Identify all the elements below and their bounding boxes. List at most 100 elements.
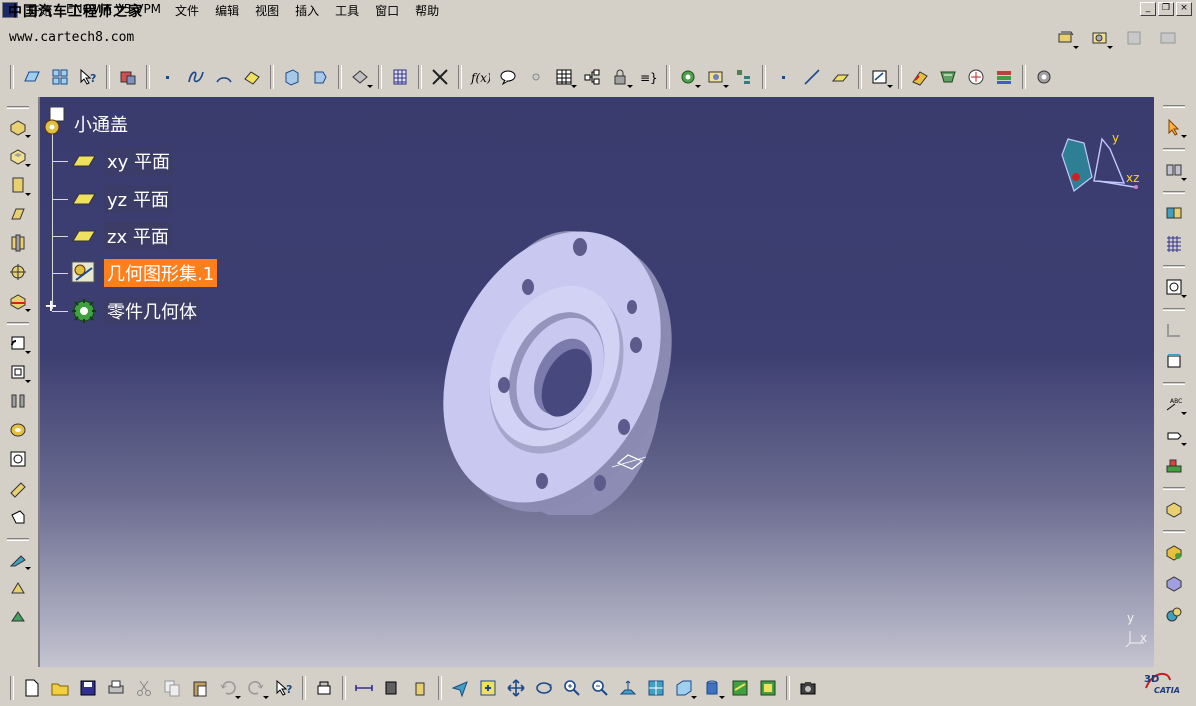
zoom-in-icon[interactable]	[560, 676, 584, 700]
plane-icon[interactable]	[828, 65, 852, 89]
point-icon[interactable]	[156, 65, 180, 89]
remove-face-icon[interactable]	[6, 505, 30, 529]
zoom-out-icon[interactable]	[588, 676, 612, 700]
3d-viewport[interactable]: 小通盖 xy 平面 yz 平面 zx 平面 几何图形集.1 零件几何体 + y …	[38, 97, 1154, 667]
iso-view-icon[interactable]	[672, 676, 697, 700]
normal-view-icon[interactable]	[616, 676, 640, 700]
capture-camera-icon[interactable]	[796, 676, 820, 700]
tree-reorder-icon[interactable]	[732, 65, 756, 89]
fit-all-in-icon[interactable]	[476, 676, 500, 700]
measure-between-icon[interactable]	[1162, 158, 1187, 182]
pocket-icon[interactable]	[6, 144, 31, 168]
tree-item-xy-plane[interactable]: xy 平面	[52, 147, 174, 175]
pad-feature-icon[interactable]	[6, 115, 31, 139]
update-icon[interactable]	[312, 676, 336, 700]
paste-icon[interactable]	[188, 676, 212, 700]
restore-button[interactable]: ❐	[1158, 2, 1174, 16]
analysis-icon[interactable]	[428, 65, 452, 89]
line-icon[interactable]	[800, 65, 824, 89]
undo-icon[interactable]	[216, 676, 241, 700]
pattern-icon[interactable]	[388, 65, 412, 89]
hole-icon[interactable]	[6, 231, 30, 255]
measure-icon[interactable]	[352, 676, 376, 700]
knowledge-tree-icon[interactable]	[580, 65, 604, 89]
tree-root[interactable]: 小通盖	[42, 106, 128, 141]
menu-help[interactable]: 帮助	[415, 2, 439, 19]
rotate-icon[interactable]	[532, 676, 556, 700]
mirror-icon[interactable]	[6, 576, 30, 600]
sketcher-icon[interactable]	[868, 65, 893, 89]
tree-item-yz-plane[interactable]: yz 平面	[52, 185, 172, 213]
tree-item-part-body[interactable]: 零件几何体	[52, 297, 200, 325]
revolve-icon[interactable]	[308, 65, 332, 89]
compass[interactable]: y xz	[1054, 131, 1144, 201]
copy-icon[interactable]	[160, 676, 184, 700]
edge-fillet-icon[interactable]	[6, 331, 31, 355]
sweep-icon[interactable]	[964, 65, 988, 89]
thread-icon[interactable]	[6, 476, 30, 500]
open-folder-icon[interactable]	[48, 676, 72, 700]
catalog-icon[interactable]	[1088, 26, 1113, 50]
multi-section-icon[interactable]	[936, 65, 960, 89]
menu-tools[interactable]: 工具	[335, 2, 359, 19]
lock-icon[interactable]	[608, 65, 633, 89]
cut-icon[interactable]	[132, 676, 156, 700]
extrude-icon[interactable]	[280, 65, 304, 89]
chamfer-icon[interactable]	[6, 360, 31, 384]
union-trim-icon[interactable]	[1162, 602, 1186, 626]
grid-icon[interactable]	[1162, 232, 1186, 256]
axis-system-icon[interactable]	[1162, 349, 1186, 373]
3d-annotation-icon[interactable]	[1162, 454, 1186, 478]
menu-window[interactable]: 窗口	[375, 2, 399, 19]
apply-material-icon[interactable]	[1054, 26, 1079, 50]
groove-icon[interactable]	[6, 202, 30, 226]
tree-item-geometrical-set[interactable]: 几何图形集.1	[52, 259, 218, 287]
multi-view-icon[interactable]	[48, 65, 72, 89]
measure-item-icon[interactable]	[380, 676, 404, 700]
assemble-icon[interactable]	[1162, 497, 1186, 521]
menu-insert[interactable]: 插入	[295, 2, 319, 19]
material-icon[interactable]	[992, 65, 1016, 89]
new-document-icon[interactable]	[20, 676, 44, 700]
join-icon[interactable]	[348, 65, 373, 89]
save-icon[interactable]	[76, 676, 100, 700]
fit-all-icon[interactable]	[1162, 275, 1187, 299]
part-model[interactable]	[440, 225, 680, 515]
intersect-body-icon[interactable]	[1162, 571, 1186, 595]
shaft-icon[interactable]	[6, 173, 31, 197]
measure-inertia-icon[interactable]	[408, 676, 432, 700]
menu-view[interactable]: 视图	[255, 2, 279, 19]
translate-icon[interactable]	[6, 547, 31, 571]
arc-icon[interactable]	[212, 65, 236, 89]
boolean-icon[interactable]	[1162, 201, 1186, 225]
design-table-icon[interactable]	[552, 65, 577, 89]
whats-this-icon[interactable]: ?	[76, 65, 100, 89]
slot-icon[interactable]	[6, 289, 31, 313]
thickness-icon[interactable]	[6, 447, 30, 471]
law-icon[interactable]	[524, 65, 548, 89]
redo-icon[interactable]	[244, 676, 269, 700]
annotation-text-icon[interactable]: ABC	[1162, 392, 1187, 416]
settings-gear-icon[interactable]	[1032, 65, 1056, 89]
help-cursor-icon[interactable]: ?	[272, 676, 296, 700]
expand-plus-icon[interactable]: +	[44, 298, 58, 314]
add-body-icon[interactable]	[1162, 540, 1186, 564]
rib-icon[interactable]	[6, 260, 30, 284]
menu-file[interactable]: 文件	[175, 2, 199, 19]
print-icon[interactable]	[104, 676, 128, 700]
hide-show-icon[interactable]	[728, 676, 752, 700]
flag-note-icon[interactable]	[1162, 423, 1187, 447]
sketch-plane-icon[interactable]	[20, 65, 44, 89]
rect-pattern-icon[interactable]	[6, 605, 30, 629]
surface-icon[interactable]	[240, 65, 264, 89]
pad-icon[interactable]	[908, 65, 932, 89]
menu-edit[interactable]: 编辑	[215, 2, 239, 19]
swap-space-icon[interactable]	[756, 676, 780, 700]
pan-icon[interactable]	[504, 676, 528, 700]
gear-icon[interactable]	[676, 65, 701, 89]
catalog-browser-icon[interactable]	[704, 65, 729, 89]
shell-icon[interactable]	[6, 418, 30, 442]
fly-mode-icon[interactable]	[448, 676, 472, 700]
parameter-icon[interactable]: ≡}	[636, 65, 660, 89]
point-small-icon[interactable]	[772, 65, 796, 89]
